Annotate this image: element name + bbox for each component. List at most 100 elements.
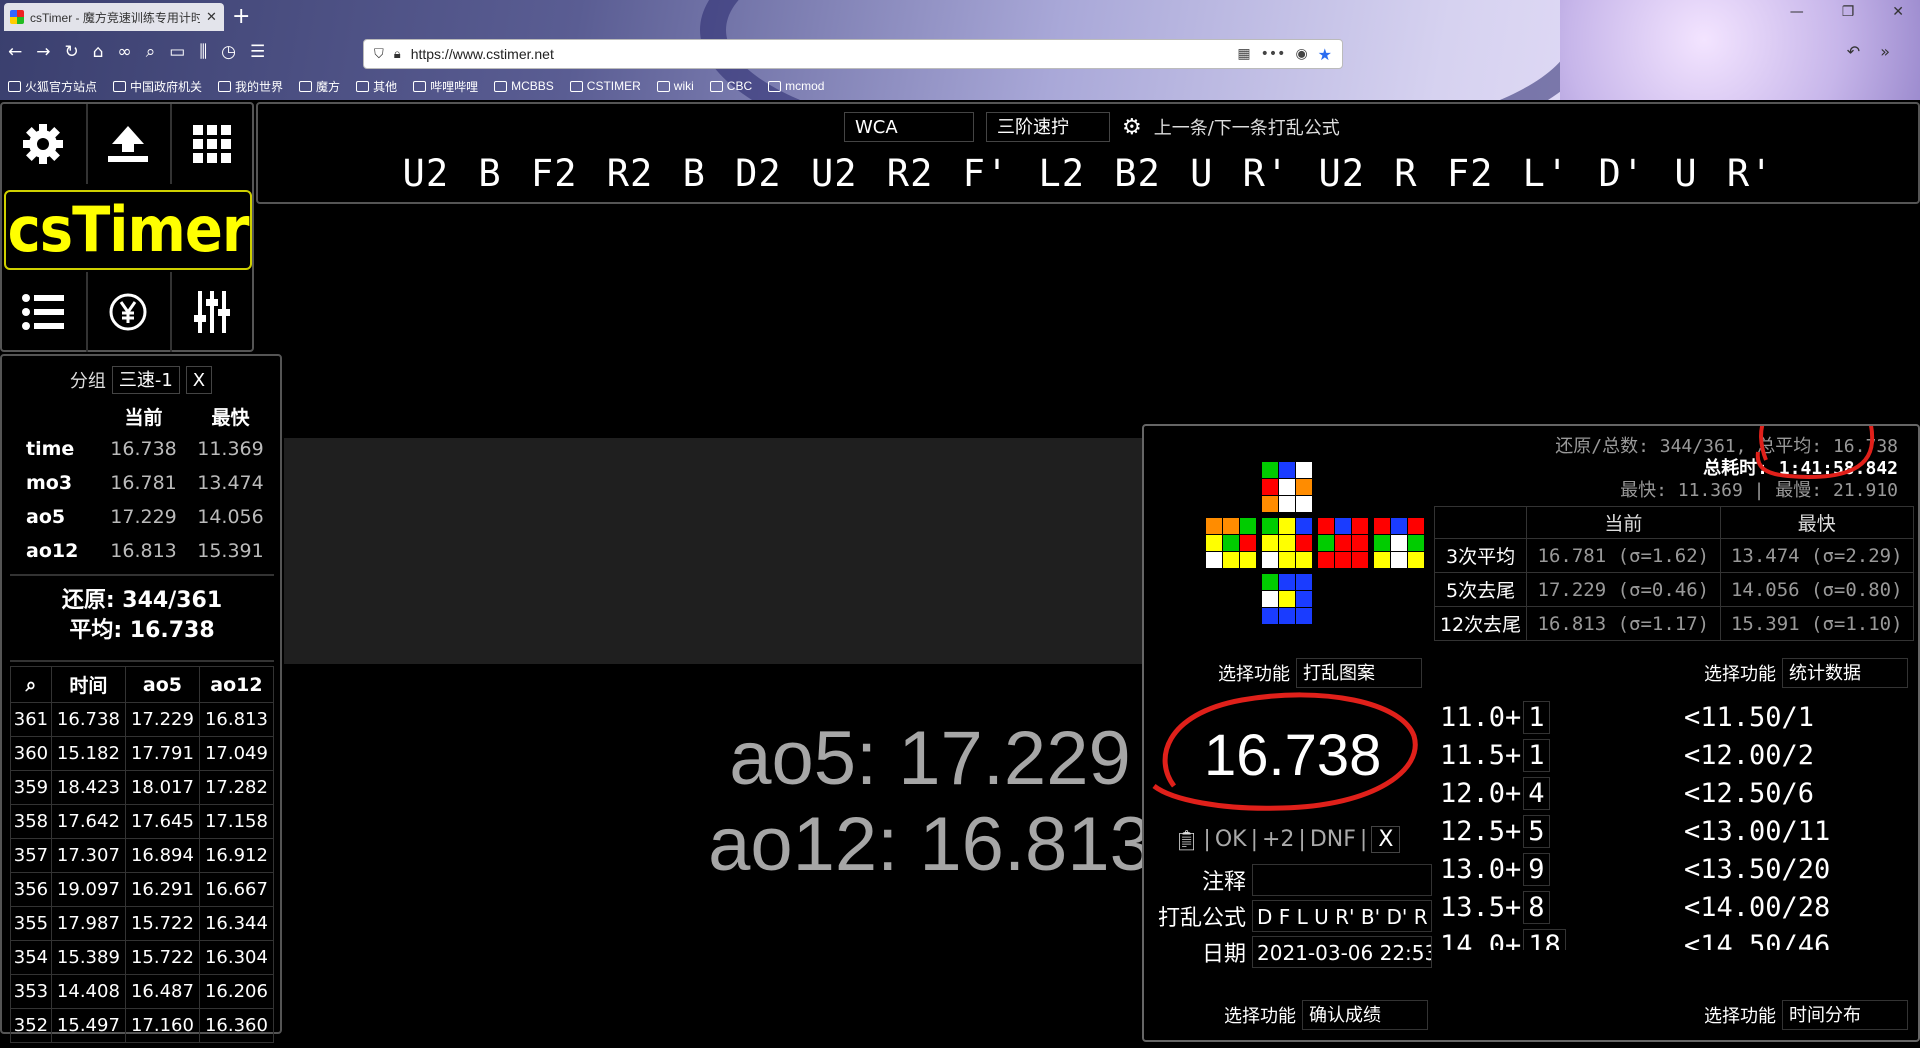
bookmark-item[interactable]: 我的世界 <box>218 78 283 95</box>
bookmark-item[interactable]: mcmod <box>768 79 824 93</box>
clear-session-button[interactable]: X <box>185 366 213 394</box>
scramble-gen-button[interactable] <box>170 104 252 184</box>
donate-button[interactable] <box>86 272 168 352</box>
extension-icon[interactable]: ◉ <box>1295 46 1307 62</box>
address-bar[interactable]: ⛉ 🔒︎ https://www.cstimer.net ▦ ••• ◉ ★ <box>363 39 1343 69</box>
infinity-icon[interactable]: ∞ <box>118 42 132 62</box>
table-row[interactable]: 355 17.987 15.722 16.344 <box>10 906 275 941</box>
dnf-button[interactable]: DNF <box>1310 827 1356 852</box>
best-row-current[interactable]: 16.813 <box>100 534 187 568</box>
session-totals[interactable]: 还原: 344/361 平均: 16.738 <box>10 574 274 662</box>
bookmark-item[interactable]: CSTIMER <box>569 79 641 93</box>
solve-ao12[interactable]: 16.912 <box>198 838 275 873</box>
solve-ao5[interactable]: 15.722 <box>124 940 200 975</box>
solve-ao5[interactable]: 16.894 <box>124 838 200 873</box>
new-tab-icon[interactable]: + <box>232 4 250 29</box>
solve-ao5[interactable]: 15.722 <box>124 906 200 941</box>
timer-background-band[interactable] <box>284 438 1150 664</box>
solve-time[interactable]: 17.987 <box>50 906 126 941</box>
table-row[interactable]: 352 15.497 17.160 16.360 <box>10 1008 275 1043</box>
scramble-settings-gear-icon[interactable]: ⚙ <box>1122 115 1142 140</box>
best-row-best[interactable]: 14.056 <box>187 500 274 534</box>
session-select[interactable]: 三速-1 <box>111 366 180 394</box>
table-row[interactable]: 359 18.423 18.017 17.282 <box>10 770 275 805</box>
solve-time[interactable]: 17.642 <box>50 804 126 839</box>
undo-icon[interactable]: ↶ <box>1847 42 1860 61</box>
best-row-best[interactable]: 15.391 <box>187 534 274 568</box>
table-row[interactable]: 354 15.389 15.722 16.304 <box>10 940 275 975</box>
solve-ao5[interactable]: 17.160 <box>124 1008 200 1043</box>
solve-index[interactable]: 352 <box>10 1008 52 1043</box>
more-icon[interactable]: ••• <box>1261 46 1286 62</box>
library-icon[interactable]: ⫼ <box>199 42 207 62</box>
solve-ao5[interactable]: 17.229 <box>124 702 200 737</box>
settings-button[interactable] <box>2 104 84 184</box>
solve-index[interactable]: 355 <box>10 906 52 941</box>
scramble-text[interactable]: U2 B F2 R2 B D2 U2 R2 F' L2 B2 U R' U2 R… <box>258 152 1918 195</box>
solve-time[interactable]: 15.497 <box>50 1008 126 1043</box>
solve-ao12[interactable]: 16.360 <box>198 1008 275 1043</box>
solve-ao12[interactable]: 16.344 <box>198 906 275 941</box>
stats-row-current[interactable]: 16.781 (σ=1.62) <box>1526 538 1721 573</box>
scramble-nav-link[interactable]: 上一条/下一条打乱公式 <box>1154 114 1340 140</box>
bookmark-item[interactable]: CBC <box>709 79 752 93</box>
sidebar-icon[interactable]: ▭ <box>169 42 185 62</box>
stats-row-best[interactable]: 15.391 (σ=1.10) <box>1719 606 1915 641</box>
best-row-current[interactable]: 16.781 <box>100 466 187 500</box>
solve-time[interactable]: 16.738 <box>50 702 126 737</box>
clipboard-icon[interactable]: 📋︎ <box>1174 828 1199 852</box>
solve-index[interactable]: 357 <box>10 838 52 873</box>
close-tab-icon[interactable]: ✕ <box>206 10 217 25</box>
table-row[interactable]: 361 16.738 17.229 16.813 <box>10 702 275 737</box>
date-value[interactable]: 2021-03-06 22:53 <box>1252 936 1432 968</box>
back-icon[interactable]: ← <box>8 42 22 62</box>
tab-cstimer[interactable]: csTimer - 魔方竞速训练专用计时器 ✕ <box>4 3 224 31</box>
comment-input[interactable] <box>1252 864 1432 896</box>
scramble-subtype-select[interactable]: 三阶速拧 <box>986 112 1110 142</box>
stats-list-button[interactable] <box>2 272 84 352</box>
bookmark-item[interactable]: wiki <box>656 79 694 93</box>
solve-ao12[interactable]: 16.304 <box>198 940 275 975</box>
solve-index[interactable]: 359 <box>10 770 52 805</box>
minimize-icon[interactable]: — <box>1790 4 1804 20</box>
reload-icon[interactable]: ↻ <box>65 42 79 62</box>
ok-button[interactable]: OK <box>1215 827 1247 852</box>
search-icon[interactable]: ⌕ <box>146 42 156 62</box>
clock-icon[interactable]: ◷ <box>221 42 236 62</box>
delete-solve-button[interactable]: X <box>1371 826 1401 853</box>
best-row-current[interactable]: 16.738 <box>100 432 187 466</box>
stats-row-current[interactable]: 16.813 (σ=1.17) <box>1526 606 1721 641</box>
lock-icon[interactable]: 🔒︎ <box>394 47 401 62</box>
solve-time[interactable]: 15.389 <box>50 940 126 975</box>
function-stats-select[interactable]: 统计数据 <box>1782 658 1908 688</box>
solve-ao5[interactable]: 17.645 <box>124 804 200 839</box>
solve-index[interactable]: 353 <box>10 974 52 1009</box>
solve-ao5[interactable]: 16.291 <box>124 872 200 907</box>
function-scramble-select[interactable]: 打乱图案 <box>1296 658 1422 688</box>
solve-ao12[interactable]: 16.206 <box>198 974 275 1009</box>
solve-ao5[interactable]: 18.017 <box>124 770 200 805</box>
solve-time[interactable]: 17.307 <box>50 838 126 873</box>
bookmark-item[interactable]: 火狐官方站点 <box>8 78 97 95</box>
table-row[interactable]: 360 15.182 17.791 17.049 <box>10 736 275 771</box>
menu-icon[interactable]: ☰ <box>250 42 265 62</box>
solve-time[interactable]: 14.408 <box>50 974 126 1009</box>
url-text[interactable]: https://www.cstimer.net <box>411 46 1228 62</box>
solve-ao12[interactable]: 17.282 <box>198 770 275 805</box>
cstimer-logo[interactable]: csTimer <box>4 190 252 270</box>
best-row-best[interactable]: 13.474 <box>187 466 274 500</box>
solve-index[interactable]: 354 <box>10 940 52 975</box>
solve-ao12[interactable]: 17.158 <box>198 804 275 839</box>
solve-index[interactable]: 356 <box>10 872 52 907</box>
bookmark-star-icon[interactable]: ★ <box>1318 45 1332 64</box>
solve-time[interactable]: 18.423 <box>50 770 126 805</box>
export-button[interactable] <box>86 104 168 184</box>
bookmark-item[interactable]: 中国政府机关 <box>113 78 202 95</box>
overflow-icon[interactable]: » <box>1880 42 1890 61</box>
best-row-best[interactable]: 11.369 <box>187 432 274 466</box>
table-row[interactable]: 358 17.642 17.645 17.158 <box>10 804 275 839</box>
qr-icon[interactable]: ▦ <box>1237 46 1250 62</box>
bookmark-item[interactable]: MCBBS <box>494 79 554 93</box>
scramble-type-select[interactable]: WCA <box>844 112 974 142</box>
bookmark-item[interactable]: 其他 <box>356 78 397 95</box>
